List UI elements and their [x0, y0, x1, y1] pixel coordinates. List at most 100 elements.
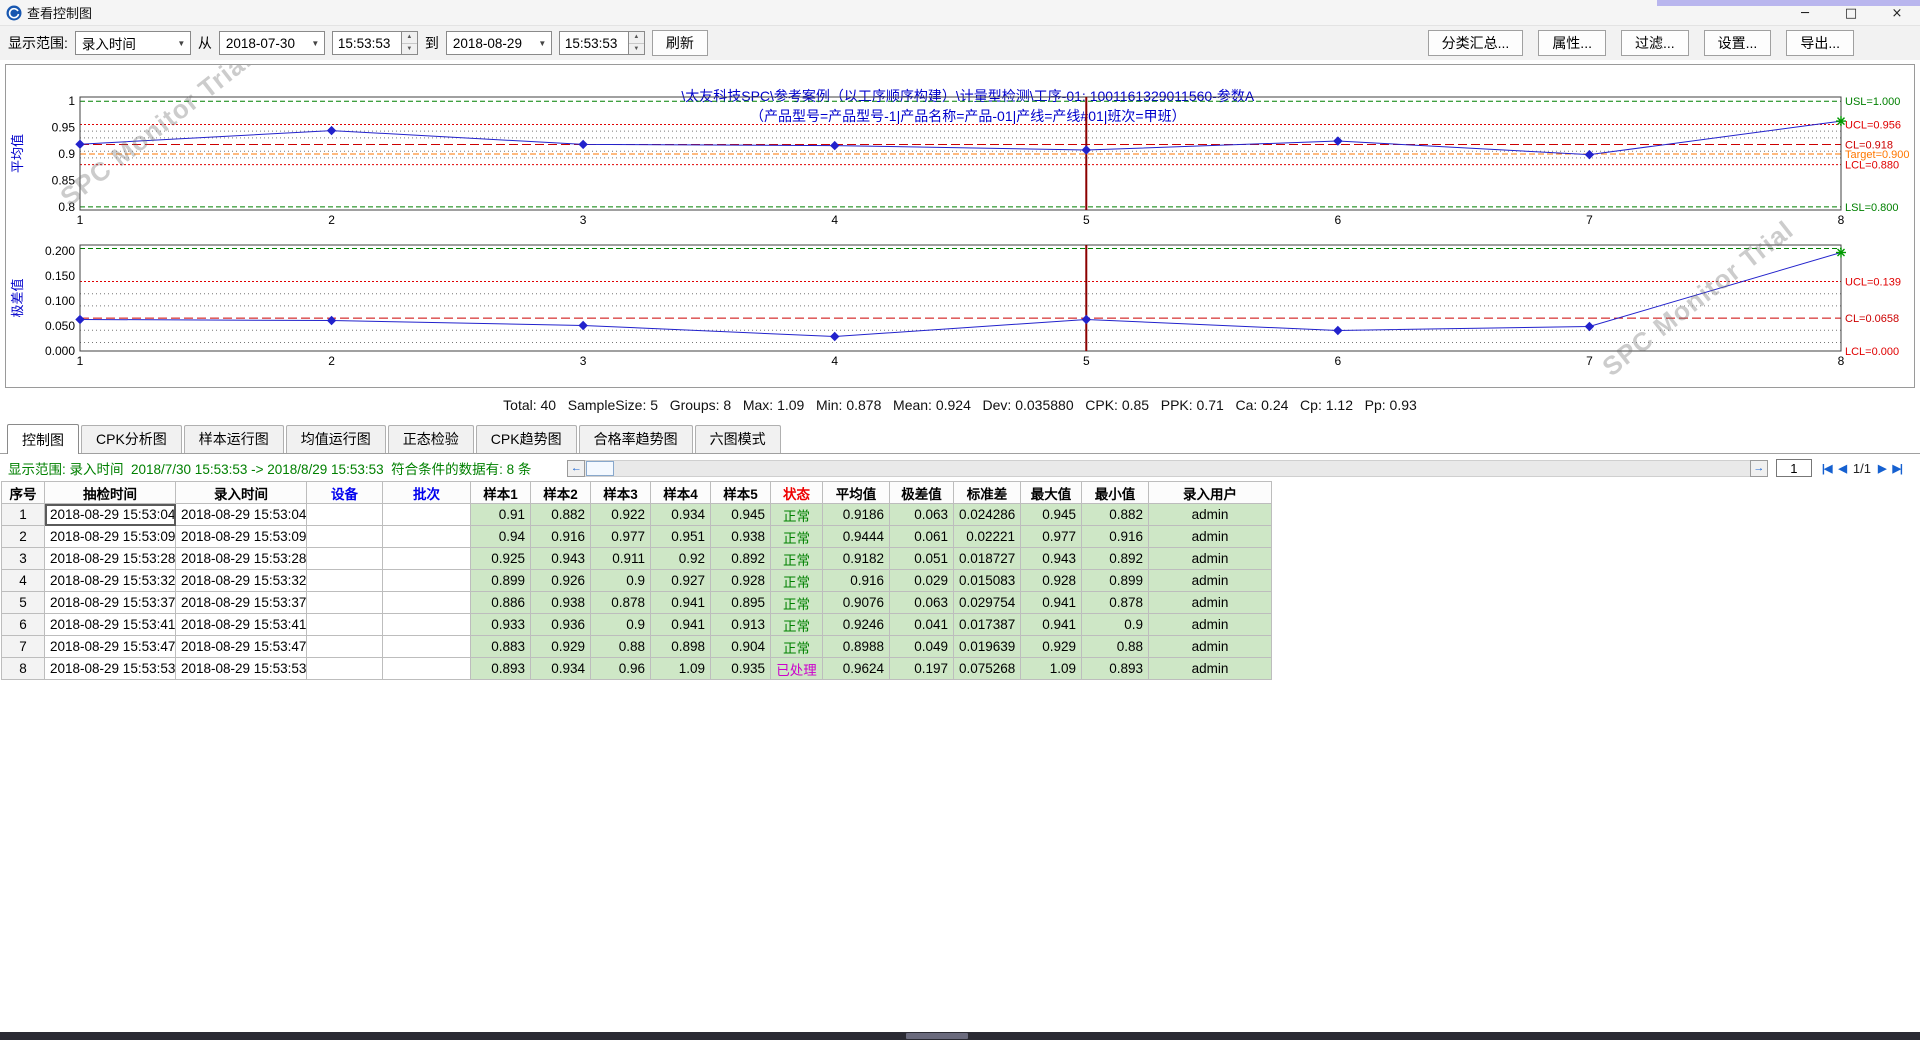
data-point[interactable]	[1082, 316, 1090, 324]
cell[interactable]: 0.929	[531, 636, 591, 658]
cell[interactable]: 0.049	[890, 636, 954, 658]
from-time-input[interactable]: 15:53:53 ▲ ▼	[332, 31, 418, 55]
pager-prev-icon[interactable]: ◀	[1838, 462, 1845, 475]
cell[interactable]: 2	[2, 526, 45, 548]
cell[interactable]: 2018-08-29 15:53:41	[176, 614, 307, 636]
column-header-0[interactable]: 序号	[2, 482, 45, 504]
cell[interactable]: 2018-08-29 15:53:47	[176, 636, 307, 658]
cell[interactable]: 0.925	[471, 548, 531, 570]
cell[interactable]: 0.895	[711, 592, 771, 614]
cell[interactable]: 0.024286	[954, 504, 1021, 526]
cell[interactable]: 2018-08-29 15:53:41	[45, 614, 176, 636]
table-row[interactable]: 62018-08-29 15:53:412018-08-29 15:53:410…	[2, 614, 1272, 636]
cell[interactable]: 已处理	[771, 658, 823, 680]
cell[interactable]: 0.916	[531, 526, 591, 548]
pager-last-icon[interactable]: ▶|	[1892, 462, 1902, 475]
range-type-select[interactable]: 录入时间 ▼	[75, 31, 191, 55]
column-header-12[interactable]: 极差值	[890, 482, 954, 504]
cell[interactable]: 0.929	[1021, 636, 1082, 658]
column-header-7[interactable]: 样本3	[591, 482, 651, 504]
cell[interactable]: admin	[1149, 636, 1272, 658]
table-row[interactable]: 52018-08-29 15:53:372018-08-29 15:53:370…	[2, 592, 1272, 614]
toolbar-button-0[interactable]: 分类汇总...	[1428, 30, 1524, 56]
cell[interactable]: 正常	[771, 614, 823, 636]
cell[interactable]: 0.916	[1082, 526, 1149, 548]
cell[interactable]: 正常	[771, 526, 823, 548]
column-header-9[interactable]: 样本5	[711, 482, 771, 504]
cell[interactable]: 6	[2, 614, 45, 636]
tab-7[interactable]: 六图模式	[695, 425, 781, 453]
scroll-thumb[interactable]	[586, 461, 614, 476]
cell[interactable]	[383, 570, 471, 592]
cell[interactable]: 0.933	[471, 614, 531, 636]
scroll-track[interactable]	[585, 460, 1750, 477]
cell[interactable]: 5	[2, 592, 45, 614]
column-header-11[interactable]: 平均值	[823, 482, 890, 504]
taskbar-item[interactable]	[906, 1033, 968, 1039]
column-header-4[interactable]: 批次	[383, 482, 471, 504]
cell[interactable]: 0.9	[1082, 614, 1149, 636]
table-row[interactable]: 12018-08-29 15:53:042018-08-29 15:53:040…	[2, 504, 1272, 526]
cell[interactable]: 0.943	[1021, 548, 1082, 570]
cell[interactable]: 0.9076	[823, 592, 890, 614]
to-time-input[interactable]: 15:53:53 ▲ ▼	[559, 31, 645, 55]
cell[interactable]: admin	[1149, 526, 1272, 548]
spinner-up-icon[interactable]: ▲	[629, 32, 644, 44]
cell[interactable]	[307, 636, 383, 658]
data-point[interactable]	[579, 140, 587, 148]
cell[interactable]	[383, 592, 471, 614]
column-header-16[interactable]: 录入用户	[1149, 482, 1272, 504]
cell[interactable]: admin	[1149, 570, 1272, 592]
cell[interactable]: 0.977	[1021, 526, 1082, 548]
data-point[interactable]	[1082, 146, 1090, 154]
tab-6[interactable]: 合格率趋势图	[579, 425, 693, 453]
cell[interactable]: 0.061	[890, 526, 954, 548]
cell[interactable]: 0.927	[651, 570, 711, 592]
cell[interactable]: 2018-08-29 15:53:53	[45, 658, 176, 680]
tab-4[interactable]: 正态检验	[388, 425, 474, 453]
cell[interactable]: 2018-08-29 15:53:32	[45, 570, 176, 592]
column-header-3[interactable]: 设备	[307, 482, 383, 504]
cell[interactable]: 0.9182	[823, 548, 890, 570]
cell[interactable]: 0.882	[531, 504, 591, 526]
cell[interactable]: 3	[2, 548, 45, 570]
cell[interactable]: 2018-08-29 15:53:32	[176, 570, 307, 592]
cell[interactable]: 0.94	[471, 526, 531, 548]
cell[interactable]: 0.936	[531, 614, 591, 636]
spinner-down-icon[interactable]: ▼	[629, 44, 644, 55]
cell[interactable]: 0.977	[591, 526, 651, 548]
cell[interactable]: 0.886	[471, 592, 531, 614]
data-point[interactable]	[579, 322, 587, 330]
cell[interactable]: 正常	[771, 636, 823, 658]
pager-first-icon[interactable]: |◀	[1822, 462, 1832, 475]
cell[interactable]: admin	[1149, 504, 1272, 526]
toolbar-button-3[interactable]: 设置...	[1704, 30, 1772, 56]
cell[interactable]: 0.928	[1021, 570, 1082, 592]
data-point[interactable]	[831, 333, 839, 341]
page-number-input[interactable]	[1776, 459, 1812, 477]
cell[interactable]	[383, 548, 471, 570]
scroll-left-icon[interactable]: ←	[567, 460, 585, 477]
cell[interactable]: 0.911	[591, 548, 651, 570]
cell[interactable]: 0.017387	[954, 614, 1021, 636]
table-row[interactable]: 32018-08-29 15:53:282018-08-29 15:53:280…	[2, 548, 1272, 570]
cell[interactable]: 0.943	[531, 548, 591, 570]
data-point[interactable]	[1585, 323, 1593, 331]
cell[interactable]: 2018-08-29 15:53:53	[176, 658, 307, 680]
scroll-right-icon[interactable]: →	[1750, 460, 1768, 477]
cell[interactable]: 2018-08-29 15:53:09	[176, 526, 307, 548]
refresh-button[interactable]: 刷新	[652, 30, 708, 56]
cell[interactable]: 0.9	[591, 570, 651, 592]
table-row[interactable]: 42018-08-29 15:53:322018-08-29 15:53:320…	[2, 570, 1272, 592]
from-date-select[interactable]: 2018-07-30 ▼	[219, 31, 325, 55]
column-header-5[interactable]: 样本1	[471, 482, 531, 504]
data-point[interactable]	[328, 127, 336, 135]
cell[interactable]: admin	[1149, 548, 1272, 570]
cell[interactable]	[383, 526, 471, 548]
cell[interactable]: 0.904	[711, 636, 771, 658]
column-header-6[interactable]: 样本2	[531, 482, 591, 504]
cell[interactable]	[383, 504, 471, 526]
data-point[interactable]	[1334, 327, 1342, 335]
cell[interactable]: 0.883	[471, 636, 531, 658]
cell[interactable]: 0.02221	[954, 526, 1021, 548]
